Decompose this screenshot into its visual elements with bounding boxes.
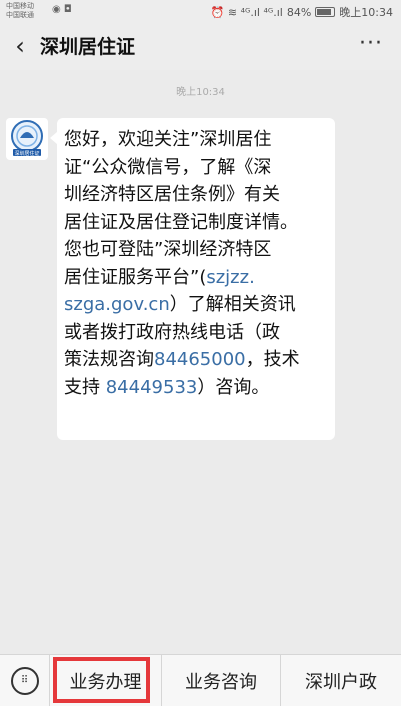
keyboard-toggle-button[interactable]: ⠿ xyxy=(0,655,50,706)
message-timestamp: 晚上10:34 xyxy=(176,87,225,98)
message-text: 您也可登陆”深圳经济特区 xyxy=(64,239,272,260)
battery-icon xyxy=(315,7,336,17)
message-line: 支持 84449533）咨询。 xyxy=(64,374,327,402)
message-line: 圳经济特区居住条例》有关 xyxy=(64,181,327,209)
message-link[interactable]: 84465000 xyxy=(154,349,246,370)
chat-title: 深圳居住证 xyxy=(40,36,136,58)
notification-icons: ◉ ◘ xyxy=(52,4,72,15)
message-text: ，技术 xyxy=(245,349,300,370)
carrier-1: 中国移动 xyxy=(6,2,34,10)
avatar-emblem-icon: 深圳居住证 xyxy=(11,120,43,157)
message-line: 您好，欢迎关注”深圳居住 xyxy=(64,126,327,154)
message-text: ）咨询。 xyxy=(197,376,270,398)
official-account-avatar[interactable]: 深圳居住证 xyxy=(6,118,48,160)
chat-header: ‹ 深圳居住证 ··· xyxy=(0,24,401,70)
message-text: 证“公众微信号，了解《深 xyxy=(64,156,272,178)
message-text: 支持 xyxy=(64,376,106,398)
message-link[interactable]: szjzz. xyxy=(206,267,254,288)
status-time: 晚上10:34 xyxy=(339,6,393,19)
message-line: 居住证服务平台”(szjzz. xyxy=(64,264,327,292)
message-text: 您好，欢迎关注”深圳居住 xyxy=(64,129,272,150)
message-line: 您也可登陆”深圳经济特区 xyxy=(64,236,327,264)
menu-shenzhen-household[interactable]: 深圳户政 xyxy=(281,655,401,706)
keyboard-icon: ⠿ xyxy=(10,667,39,695)
message-text: ）了解相关资讯 xyxy=(169,294,296,315)
message-line: szga.gov.cn）了解相关资讯 xyxy=(64,291,327,319)
bottom-menu-bar: ⠿ 业务办理 业务咨询 深圳户政 xyxy=(0,654,401,706)
message-link[interactable]: 84449533 xyxy=(106,377,198,398)
back-arrow-icon[interactable]: ‹ xyxy=(10,32,30,60)
menu-business-handling[interactable]: 业务办理 xyxy=(50,655,162,706)
more-options-icon[interactable]: ··· xyxy=(359,32,383,56)
message-text: 策法规咨询 xyxy=(64,349,154,370)
message-line: 策法规咨询84465000，技术 xyxy=(64,346,327,374)
signal-icons: ⏰ ≋ ⁴ᴳ.ıl ⁴ᴳ.ıl xyxy=(210,5,283,19)
menu-business-consult[interactable]: 业务咨询 xyxy=(162,655,281,706)
message-text: 圳经济特区居住条例》有关 xyxy=(64,184,280,205)
carrier-names: 中国移动 中国联通 xyxy=(6,2,34,20)
message-text: 居住证及居住登记制度详情。 xyxy=(64,211,298,233)
carrier-2: 中国联通 xyxy=(6,11,34,19)
message-line: 或者拨打政府热线电话（政 xyxy=(64,319,327,347)
status-bar: 中国移动 中国联通 ◉ ◘ ⏰ ≋ ⁴ᴳ.ıl ⁴ᴳ.ıl 84% 晚上10:3… xyxy=(0,0,401,24)
message-text: 或者拨打政府热线电话（政 xyxy=(64,321,280,343)
message-link[interactable]: szga.gov.cn xyxy=(64,294,170,315)
message-bubble: 您好，欢迎关注”深圳居住 证“公众微信号，了解《深 圳经济特区居住条例》有关 居住证及… xyxy=(50,118,335,440)
message-text: 居住证服务平台”( xyxy=(64,266,207,288)
avatar-label: 深圳居住证 xyxy=(14,150,39,157)
message-line: 居住证及居住登记制度详情。 xyxy=(64,209,327,237)
battery-percent: 84% xyxy=(286,5,312,19)
status-right: ⏰ ≋ ⁴ᴳ.ıl ⁴ᴳ.ıl 84% 晚上10:34 xyxy=(211,4,393,20)
message-line: 证“公众微信号，了解《深 xyxy=(64,154,327,182)
